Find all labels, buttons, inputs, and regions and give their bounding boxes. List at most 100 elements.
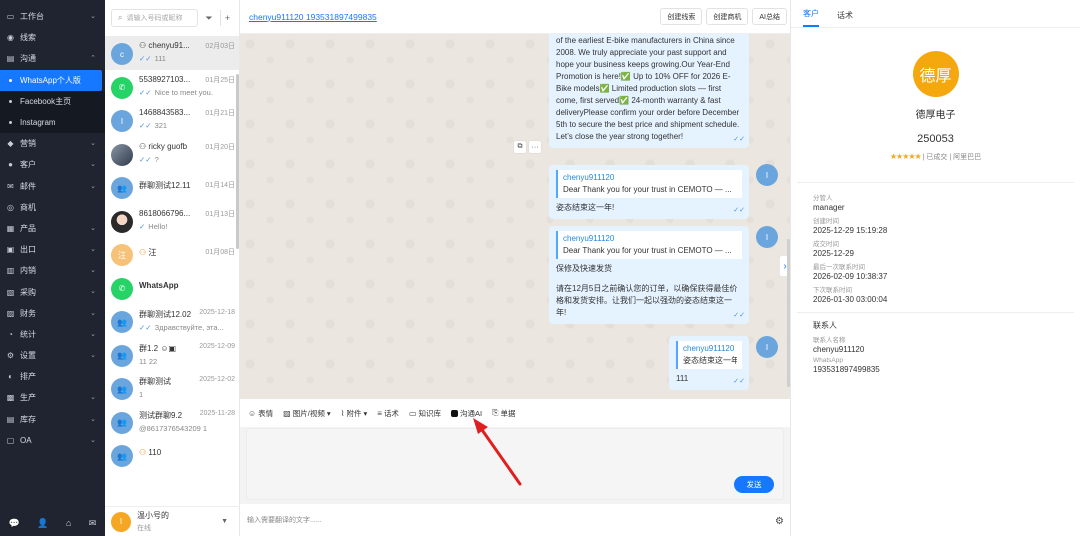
list-item[interactable]: 汪 ⚇ 汪 01月08日 [105,237,239,271]
nav-item-opportunity[interactable]: ◎ 商机 [0,197,105,218]
nav-item-stats[interactable]: ◔ 统计 ⌄ [0,324,105,345]
owner-value: manager [813,203,845,212]
list-item[interactable]: ✆ WhatsApp [105,271,239,305]
list-item[interactable]: ✆ 5538927103... 01月25日 ✓✓ Nice to meet you. [105,70,239,104]
scripts-button[interactable]: ≡ 话术 [377,408,399,419]
create-opportunity-button[interactable]: 创建商机 [706,8,749,25]
customer-code: 250053 [917,133,954,145]
nav-item-purchase[interactable]: ▧ 采购 ⌄ [0,281,105,302]
ai-summary-button[interactable]: AI总结 [752,8,787,25]
nav-sub-whatsapp[interactable]: WhatsApp个人版 [0,69,102,91]
nav-item-domestic[interactable]: ▥ 内销 ⌄ [0,260,105,281]
group-avatar-icon: 👥 [111,311,133,333]
nav-item-workbench[interactable]: ▭ 工作台 ⌄ [0,6,105,27]
customer-fields: 分管人 manager 创建时间 2025-12-29 15:19:28 成交时… [791,183,1080,304]
list-item[interactable]: 👥 群聊测试12.02 2025-12-18 ✓✓ Здравствуйте, эта.… [105,304,239,338]
emoji-button[interactable]: ☺ 表情 [248,408,273,419]
media-button[interactable]: ▨ 图片/视频 ▾ [283,408,330,419]
chevron-down-icon: ⌄ [90,436,96,444]
app: ▭ 工作台 ⌄ ◉ 线索 ▤ 沟通 ⌃ WhatsApp个人版 Facebook主页 In… [0,0,1080,536]
nav-item-export[interactable]: ▣ 出口 ⌄ [0,239,105,260]
message-bubble[interactable]: chenyu911120 Dear Thank you for your trus… [549,165,749,219]
smile-icon: ☺ [248,408,257,418]
contacts-icon[interactable]: 👤 [37,518,48,529]
add-button[interactable]: + [220,10,234,26]
more-icon[interactable]: ··· [529,141,541,153]
nav-item-customer[interactable]: ● 客户 ⌄ [0,154,105,175]
conversation-name: ⚇ 110 [139,448,162,457]
nav-item-oa[interactable]: ▢ OA ⌄ [0,430,105,451]
message-input[interactable] [246,428,784,500]
stats-icon: ◔ [8,329,13,339]
group-icon: ⚇ [139,248,149,257]
dot-icon [9,121,12,125]
group-avatar-icon: 👥 [111,378,133,400]
contact-name-value: chenyu911120 [813,345,865,354]
list-item[interactable]: 👥 测试群聊9.2 2025-11-28 @8617376543209 1 [105,405,239,439]
knowledge-base-button[interactable]: ▭ 知识库 [409,408,441,419]
list-item[interactable]: 8618066796... 01月13日 ✓ Hello! [105,204,239,238]
nav-item-marketing[interactable]: ◆ 营销 ⌄ [0,133,105,154]
filter-button[interactable]: ⏷ [202,10,216,26]
nav-item-communication[interactable]: ▤ 沟通 ⌃ [0,48,105,69]
quoted-message[interactable]: chenyu911120 Dear Thank you for your trus… [556,231,742,259]
emoji-icon: ☺▣ [158,343,177,353]
list-item[interactable]: 👥 群1.2 ☺▣ 2025-12-09 11 22 [105,338,239,372]
avatar [111,210,133,233]
translate-input[interactable]: 输入需要翻译的文字...... [240,504,790,536]
mail-icon[interactable]: ✉ [89,518,97,529]
quoted-message[interactable]: chenyu911120 姿态结束这一年! [676,341,742,369]
nav-sub-instagram[interactable]: Instagram [0,111,105,134]
translate-icon[interactable]: ⧉ [514,141,526,153]
create-lead-button[interactable]: 创建线索 [660,8,703,25]
gear-icon[interactable]: ⚙ [775,516,784,527]
chevron-down-icon: ⌄ [90,140,96,148]
list-item[interactable]: 👥 群聊测试12.11 01月14日 [105,170,239,204]
nav-sub-facebook[interactable]: Facebook主页 [0,90,105,112]
quoted-message[interactable]: chenyu911120 Dear Thank you for your trus… [556,170,742,198]
nav-item-schedule[interactable]: ◐ 排产 [0,366,105,387]
caret-down-icon: ▾ [326,408,331,418]
chevron-down-icon: ⌄ [90,182,96,190]
list-item[interactable]: ⚇ ricky guofb 01月20日 ✓✓? [105,137,239,171]
message-bubble[interactable]: of the earliest E-bike manufacturers in … [549,34,749,148]
chat-title-link[interactable]: chenyu911120 193531897499835 [249,12,377,22]
nav-item-product[interactable]: ▦ 产品 ⌄ [0,218,105,239]
conversation-time: 01月08日 [205,249,235,256]
group-avatar-icon: 👥 [111,177,133,199]
conversation-scrollbar[interactable] [236,74,239,249]
chat-ai-button[interactable]: 沟通AI [451,408,482,419]
group-avatar-icon: 👥 [111,445,133,467]
nav-item-leads[interactable]: ◉ 线索 [0,27,105,48]
documents-button[interactable]: ⎘ 单据 [492,408,515,419]
list-item[interactable]: 👥 群聊测试 2025-12-02 1 [105,371,239,405]
nav-item-settings[interactable]: ⚙ 设置 ⌄ [0,345,105,366]
conversation-panel: ⌕ 请输入号码或昵称 ⏷ + c ⚇ chenyu91... 02月03日 ✓✓ 111 … [105,0,240,536]
account-status: 在线 [137,525,151,532]
whatsapp-value: 193531897499835 [813,365,880,374]
nav-item-inventory[interactable]: ▤ 库存 ⌄ [0,409,105,430]
nav-item-mail[interactable]: ✉ 邮件 ⌄ [0,176,105,197]
conversation-time: 2025-12-09 [199,342,235,350]
tab-scripts[interactable]: 话术 [837,10,853,27]
nav-item-production[interactable]: ▩ 生产 ⌄ [0,387,105,408]
send-button[interactable]: 发送 [734,476,774,493]
chevron-down-icon: ⌄ [90,330,96,338]
group-icon: ⚇ [139,448,149,457]
double-check-icon: ✓✓ [139,323,152,332]
list-item[interactable]: 👥 ⚇ 110 [105,438,239,472]
message-bubble[interactable]: chenyu911120 姿态结束这一年! 111 ✓✓ [669,336,749,390]
shop-icon[interactable]: ⌂ [66,518,71,528]
list-item[interactable]: c ⚇ chenyu91... 02月03日 ✓✓ 111 [105,36,239,70]
account-switcher[interactable]: I 温小号的 在线 ▼ [105,506,240,536]
tab-customer[interactable]: 客户 [803,8,819,27]
double-check-icon: ✓✓ [733,207,745,214]
attachment-button[interactable]: ⌇ 附件 ▾ [341,408,368,419]
message-bubble[interactable]: chenyu911120 Dear Thank you for your trus… [549,226,749,324]
composer-toolbar: ☺ 表情 ▨ 图片/视频 ▾ ⌇ 附件 ▾ ≡ 话术 ▭ 知识库 沟通AI ⎘ 单据 [240,399,790,427]
message-icon[interactable]: 💬 [9,518,20,529]
nav-item-finance[interactable]: ▨ 财务 ⌄ [0,303,105,324]
list-item[interactable]: I 1468843583... 01月21日 ✓✓ 321 [105,103,239,137]
search-input[interactable]: ⌕ 请输入号码或昵称 [111,9,198,27]
message-area: of the earliest E-bike manufacturers in … [240,34,790,399]
